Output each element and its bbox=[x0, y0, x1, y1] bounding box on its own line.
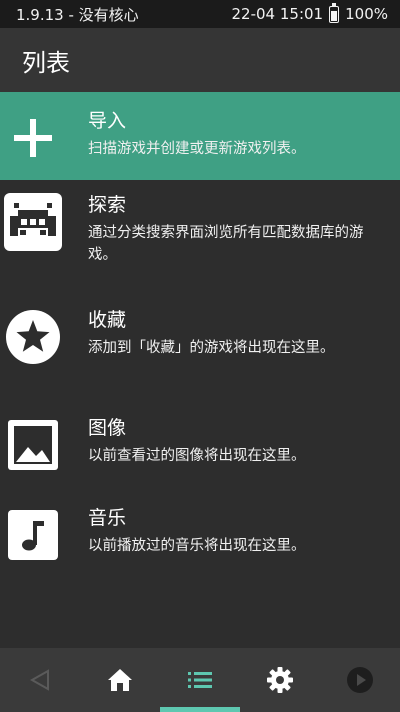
list-icon bbox=[188, 672, 212, 688]
home-icon bbox=[108, 669, 132, 691]
item-description: 扫描游戏并创建或更新游戏列表。 bbox=[88, 141, 306, 157]
gear-icon bbox=[267, 667, 293, 693]
settings-button[interactable] bbox=[240, 648, 320, 712]
star-icon bbox=[4, 308, 62, 366]
home-button[interactable] bbox=[80, 648, 160, 712]
datetime-label: 22-04 15:01 bbox=[231, 5, 324, 23]
menu-list: 导入 扫描游戏并创建或更新游戏列表。 探索 通过分类搜索界面浏览所有匹配数据库的… bbox=[0, 92, 400, 588]
back-icon bbox=[29, 669, 49, 691]
list-item-music[interactable]: 音乐 以前播放过的音乐将出现在这里。 bbox=[0, 492, 400, 588]
battery-icon bbox=[329, 2, 340, 23]
item-description: 通过分类搜索界面浏览所有匹配数据库的游戏。 bbox=[88, 225, 364, 263]
play-icon bbox=[347, 667, 373, 693]
item-title: 导入 bbox=[88, 110, 127, 132]
item-title: 探索 bbox=[88, 194, 127, 216]
list-item-favorites[interactable]: 收藏 添加到「收藏」的游戏将出现在这里。 bbox=[0, 296, 400, 402]
plus-icon bbox=[4, 109, 62, 167]
item-description: 添加到「收藏」的游戏将出现在这里。 bbox=[88, 340, 335, 356]
status-right: 22-04 15:01 100% bbox=[231, 2, 388, 23]
app-version-label: 1.9.13 - 没有核心 bbox=[16, 5, 139, 24]
status-bar: 1.9.13 - 没有核心 22-04 15:01 100% bbox=[0, 0, 400, 28]
back-button[interactable] bbox=[0, 648, 80, 712]
page-header: 列表 bbox=[0, 28, 400, 92]
item-description: 以前查看过的图像将出现在这里。 bbox=[88, 448, 306, 464]
bottom-nav bbox=[0, 648, 400, 712]
item-description: 以前播放过的音乐将出现在这里。 bbox=[88, 538, 306, 554]
item-title: 收藏 bbox=[88, 309, 127, 331]
item-title: 图像 bbox=[88, 417, 127, 439]
battery-percent-label: 100% bbox=[345, 5, 388, 23]
retroarch-invader-icon bbox=[4, 193, 62, 251]
page-title: 列表 bbox=[22, 48, 70, 77]
image-icon bbox=[4, 416, 62, 474]
list-item-import[interactable]: 导入 扫描游戏并创建或更新游戏列表。 bbox=[0, 92, 400, 180]
list-item-images[interactable]: 图像 以前查看过的图像将出现在这里。 bbox=[0, 402, 400, 492]
play-button[interactable] bbox=[320, 648, 400, 712]
list-item-explore[interactable]: 探索 通过分类搜索界面浏览所有匹配数据库的游戏。 bbox=[0, 180, 400, 296]
item-title: 音乐 bbox=[88, 507, 127, 529]
music-note-icon bbox=[4, 506, 62, 564]
list-button[interactable] bbox=[160, 648, 240, 712]
